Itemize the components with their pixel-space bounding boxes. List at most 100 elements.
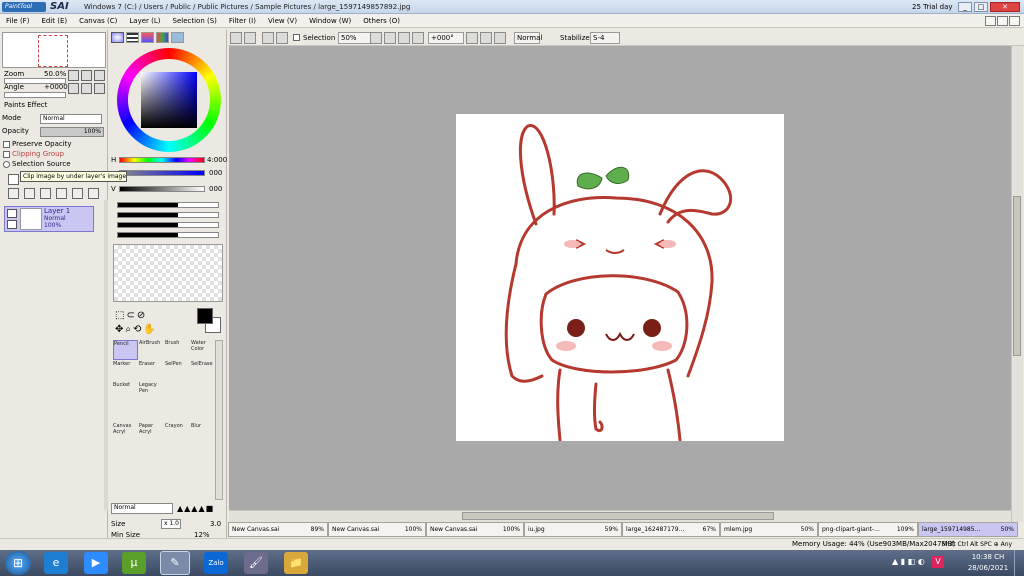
- zalo-icon[interactable]: Zalo: [204, 552, 228, 574]
- swatches-mode-icon[interactable]: [156, 32, 169, 43]
- selection-visible-icon[interactable]: [262, 32, 274, 44]
- tool-bucket[interactable]: Bucket: [113, 382, 138, 402]
- menu-others[interactable]: Others (O): [357, 17, 406, 25]
- rotate-right-icon[interactable]: [81, 83, 92, 94]
- clipping-group-checkbox[interactable]: [3, 151, 10, 158]
- layer-row[interactable]: Layer 1 Normal 100%: [4, 206, 94, 232]
- zoom-minus-icon[interactable]: [68, 70, 79, 81]
- flip-icon[interactable]: [94, 83, 105, 94]
- navigator[interactable]: [2, 32, 106, 68]
- taskbar-time[interactable]: 10:38 CH: [968, 553, 1008, 561]
- angle-select[interactable]: +000°: [428, 32, 464, 44]
- tool-selerase[interactable]: SelErase: [191, 361, 216, 381]
- doc-tab[interactable]: mlem.jpg 50%: [720, 522, 818, 537]
- tool-airbrush[interactable]: AirBrush: [139, 340, 164, 360]
- paint-icon[interactable]: 🖌: [244, 552, 268, 574]
- start-button[interactable]: ⊞: [5, 551, 31, 575]
- blend-mode-select[interactable]: Normal: [514, 32, 542, 44]
- new-layer-icon[interactable]: [8, 174, 19, 185]
- size-multiplier[interactable]: x 1.0: [161, 519, 181, 529]
- ie-icon[interactable]: e: [44, 552, 68, 574]
- mdi-close-icon[interactable]: [1009, 16, 1020, 26]
- copy-layer-icon[interactable]: [8, 188, 19, 199]
- value-slider[interactable]: [119, 186, 205, 192]
- mix-slider-1[interactable]: [117, 202, 219, 208]
- brush-mode-select[interactable]: Normal: [111, 503, 173, 514]
- sai-taskbar-icon[interactable]: ✎: [160, 551, 190, 575]
- tool-eraser[interactable]: Eraser: [139, 361, 164, 381]
- zoom-app-icon[interactable]: ▶: [84, 552, 108, 574]
- primary-color-swatch[interactable]: [197, 308, 213, 324]
- zoom-reset-icon[interactable]: [412, 32, 424, 44]
- layer-transfer-icon[interactable]: [72, 188, 83, 199]
- doc-tab[interactable]: New Canvas.sai 100%: [426, 522, 524, 537]
- menu-filter[interactable]: Filter (I): [223, 17, 262, 25]
- rotate-left-icon[interactable]: [68, 83, 79, 94]
- taskbar-date[interactable]: 28/06/2021: [966, 564, 1010, 572]
- color-palette[interactable]: [113, 244, 223, 302]
- zoom-reset-icon[interactable]: [94, 70, 105, 81]
- utorrent-icon[interactable]: µ: [122, 552, 146, 574]
- tool-marker[interactable]: Marker: [113, 361, 138, 381]
- opacity-slider[interactable]: 100%: [40, 127, 104, 137]
- horizontal-scroll-thumb[interactable]: [462, 512, 774, 520]
- tool-legacy-pen[interactable]: Legacy Pen: [139, 382, 164, 402]
- doc-tab-active[interactable]: large_159714985... 50%: [918, 522, 1018, 537]
- menu-view[interactable]: View (V): [262, 17, 303, 25]
- selection-edge-icon[interactable]: [276, 32, 288, 44]
- mdi-maximize-icon[interactable]: [997, 16, 1008, 26]
- color-wheel-mode-icon[interactable]: [111, 32, 124, 43]
- move-zoom-rotate-icons[interactable]: ✥⌕⟲✋: [115, 324, 158, 336]
- tray-icons[interactable]: ▲ ▮ ◧ ◐: [892, 557, 925, 566]
- vivaldi-tray-icon[interactable]: V: [932, 556, 944, 568]
- zoom-in-icon[interactable]: [398, 32, 410, 44]
- sv-square[interactable]: [141, 72, 197, 128]
- scratchpad-mode-icon[interactable]: [171, 32, 184, 43]
- mdi-restore-icon[interactable]: [985, 16, 996, 26]
- eye-icon[interactable]: [7, 209, 17, 218]
- vertical-scroll-thumb[interactable]: [1013, 196, 1021, 356]
- layer-mode-select[interactable]: Normal: [40, 114, 102, 124]
- menu-selection[interactable]: Selection (S): [167, 17, 223, 25]
- tool-crayon[interactable]: Crayon: [165, 423, 190, 443]
- rotate-reset-icon[interactable]: [494, 32, 506, 44]
- doc-tab[interactable]: New Canvas.sai 89%: [228, 522, 328, 537]
- maximize-button[interactable]: □: [974, 2, 988, 12]
- merge-layer-icon[interactable]: [24, 188, 35, 199]
- canvas-paper[interactable]: [456, 114, 784, 442]
- rotate-left-icon[interactable]: [466, 32, 478, 44]
- trash-icon[interactable]: [56, 188, 67, 199]
- menu-canvas[interactable]: Canvas (C): [73, 17, 123, 25]
- doc-tab[interactable]: png-clipart-giant-... 109%: [818, 522, 918, 537]
- tool-pencil[interactable]: Pencil: [113, 340, 138, 360]
- menu-layer[interactable]: Layer (L): [123, 17, 166, 25]
- preserve-opacity-checkbox[interactable]: [3, 141, 10, 148]
- close-button[interactable]: ✕: [990, 2, 1020, 12]
- left-panel-scrollbar[interactable]: [104, 200, 108, 510]
- tool-brush[interactable]: Brush: [165, 340, 190, 360]
- rgb-slider-mode-icon[interactable]: [126, 32, 139, 43]
- hue-slider[interactable]: [119, 157, 205, 163]
- clear-layer-icon[interactable]: [40, 188, 51, 199]
- mix-slider-3[interactable]: [117, 222, 219, 228]
- minimize-button[interactable]: _: [958, 2, 972, 12]
- mix-slider-2[interactable]: [117, 212, 219, 218]
- menu-edit[interactable]: Edit (E): [35, 17, 73, 25]
- explorer-icon[interactable]: 📁: [284, 552, 308, 574]
- tool-blur[interactable]: Blur: [191, 423, 216, 443]
- menu-file[interactable]: File (F): [0, 17, 35, 25]
- invert-selection-icon[interactable]: [244, 32, 256, 44]
- tool-scrollbar[interactable]: [215, 340, 223, 500]
- stabilizer-select[interactable]: S-4: [590, 32, 620, 44]
- zoom-plus-icon[interactable]: [81, 70, 92, 81]
- hsv-slider-mode-icon[interactable]: [141, 32, 154, 43]
- zoom-out-icon[interactable]: [384, 32, 396, 44]
- angle-slider[interactable]: [4, 92, 66, 98]
- rotate-right-icon[interactable]: [480, 32, 492, 44]
- layer-options-icon[interactable]: [88, 188, 99, 199]
- doc-tab[interactable]: New Canvas.sai 100%: [328, 522, 426, 537]
- menu-window[interactable]: Window (W): [303, 17, 357, 25]
- selection-checkbox[interactable]: [293, 34, 300, 41]
- tool-watercolor[interactable]: Water Color: [191, 340, 216, 360]
- doc-tab[interactable]: large_162487179... 67%: [622, 522, 720, 537]
